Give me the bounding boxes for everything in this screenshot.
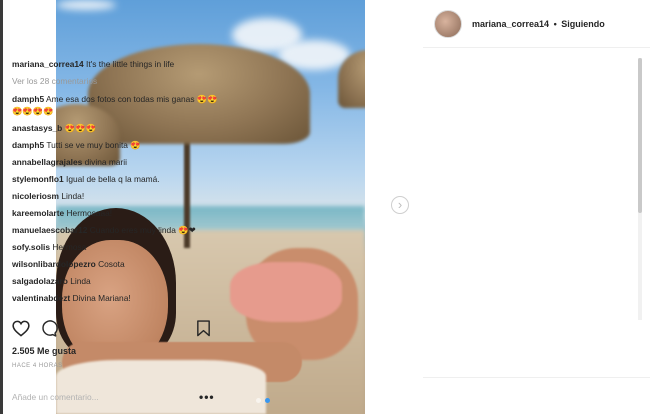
comment-text: Linda: [70, 276, 91, 286]
comment-username[interactable]: sofy.solis: [12, 242, 50, 252]
view-all-comments-link[interactable]: Ver los 28 comentarios: [12, 75, 224, 87]
bikini: [230, 262, 342, 322]
action-bar: [12, 320, 217, 340]
comment-username[interactable]: stylemonflo1: [12, 174, 64, 184]
scrollbar-thumb[interactable]: [638, 58, 642, 213]
comment-username[interactable]: kareemolarte: [12, 208, 64, 218]
comment-text: Hermosa: [52, 242, 87, 252]
comment-username[interactable]: mariana_correa14: [12, 59, 84, 69]
post-panel: mariana_correa14 • Siguiendo: [423, 0, 650, 414]
separator-dot: •: [553, 18, 557, 29]
carousel-dots: [256, 398, 270, 403]
comment-item: annabellagrajales divina marii: [12, 156, 224, 168]
comment-item: damph5 Ame esa dos fotos con todas mis g…: [12, 93, 224, 117]
comment-item: valentinabdezt Divina Mariana!: [12, 292, 224, 304]
comment-username[interactable]: annabellagrajales: [12, 157, 82, 167]
comment-text: Hermosaaa!: [66, 208, 113, 218]
comment-username[interactable]: anastasys_b: [12, 123, 62, 133]
comment-username[interactable]: salgadolazaro: [12, 276, 68, 286]
comment-username[interactable]: wilsonlibardolopezro: [12, 259, 96, 269]
comment-text: divina marii: [84, 157, 127, 167]
carousel-dot: [256, 398, 261, 403]
comment-username[interactable]: manuelaescobar12: [12, 225, 87, 235]
window-edge: [0, 0, 3, 414]
bookmark-icon[interactable]: [196, 320, 211, 337]
comment-item: nicoleriosm Linda!: [12, 190, 224, 202]
comment-username[interactable]: valentinabdezt: [12, 293, 70, 303]
caption: mariana_correa14 It's the little things …: [12, 58, 224, 70]
heart-outline-icon[interactable]: [12, 320, 30, 337]
chevron-right-icon[interactable]: ›: [391, 196, 409, 214]
comment-text: Cuando eres muy linda 😍❤: [89, 225, 196, 235]
comment-text: Tutti se ve muy bonita 😍: [46, 140, 141, 150]
comment-item: damph5 Tutti se ve muy bonita 😍: [12, 139, 224, 151]
post-header: mariana_correa14 • Siguiendo: [423, 0, 650, 48]
comment-username[interactable]: damph5: [12, 94, 44, 104]
comment-text: Linda!: [61, 191, 85, 201]
ellipsis-icon[interactable]: •••: [199, 390, 215, 404]
header-text: mariana_correa14 • Siguiendo: [472, 19, 605, 29]
comment-item: stylemonflo1 Igual de bella q la mamá.: [12, 173, 224, 185]
speech-bubble-icon[interactable]: [40, 320, 58, 337]
comment-text: It's the little things in life: [86, 59, 175, 69]
comment-item: anastasys_b 😍😍😍: [12, 122, 224, 134]
comment-item: wilsonlibardolopezro Cosota: [12, 258, 224, 270]
comment-text: 😍😍😍: [64, 123, 96, 133]
add-comment-input[interactable]: Añade un comentario...: [12, 392, 99, 402]
follow-status-button[interactable]: Siguiendo: [561, 19, 605, 29]
cloud: [56, 0, 116, 10]
comment-text: Divina Mariana!: [72, 293, 131, 303]
comments-scrollbar[interactable]: [638, 58, 642, 320]
comment-item: sofy.solis Hermosa: [12, 241, 224, 253]
comment-item: kareemolarte Hermosaaa!: [12, 207, 224, 219]
comment-item: salgadolazaro Linda: [12, 275, 224, 287]
comment-text: Cosota: [98, 259, 125, 269]
comment-username[interactable]: nicoleriosm: [12, 191, 59, 201]
comment-item: manuelaescobar12 Cuando eres muy linda 😍…: [12, 224, 224, 236]
username-link[interactable]: mariana_correa14: [472, 19, 549, 29]
towel: [56, 360, 266, 414]
profile-avatar[interactable]: [434, 9, 462, 38]
comment-username[interactable]: damph5: [12, 140, 44, 150]
likes-count[interactable]: 2.505 Me gusta: [12, 346, 76, 356]
carousel-dot-active: [265, 398, 270, 403]
comment-text: Igual de bella q la mamá.: [66, 174, 160, 184]
post-timestamp: HACE 4 HORAS: [12, 363, 63, 369]
comments-list: mariana_correa14 It's the little things …: [12, 58, 224, 315]
